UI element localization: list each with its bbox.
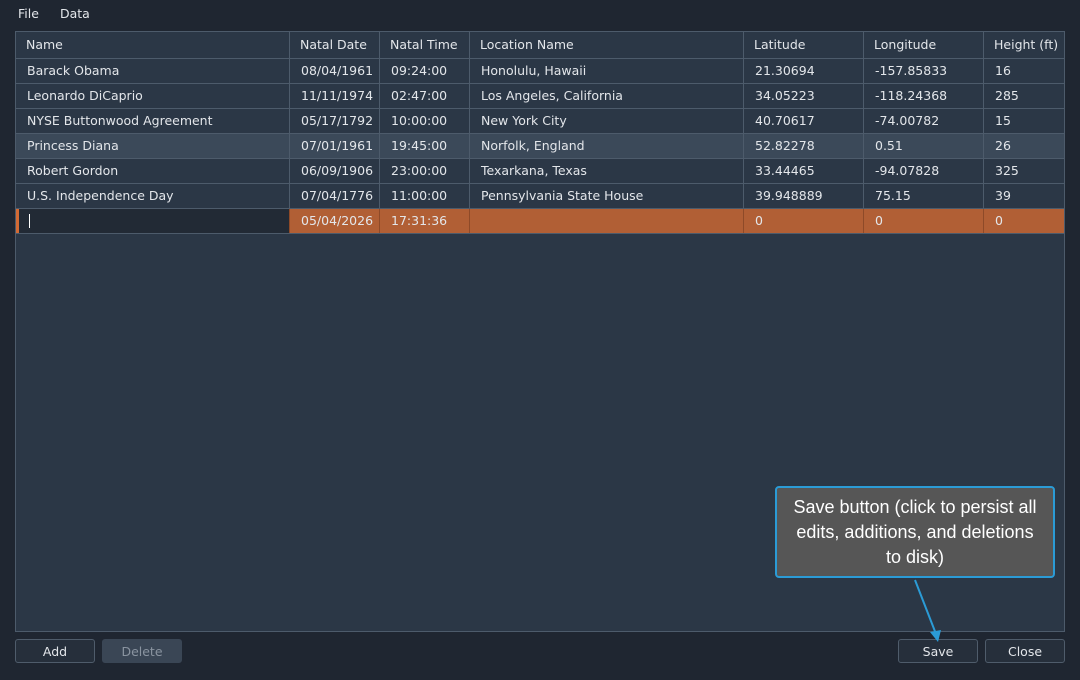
cell-natal-time[interactable]: 02:47:00 (380, 84, 470, 108)
cell-latitude[interactable]: 33.44465 (744, 159, 864, 183)
cell-height[interactable]: 325 (984, 159, 1064, 183)
column-header-natal-time[interactable]: Natal Time (380, 32, 470, 58)
cell-natal-time[interactable]: 17:31:36 (380, 209, 470, 233)
menu-file[interactable]: File (18, 6, 39, 21)
cell-location-name[interactable]: Los Angeles, California (470, 84, 744, 108)
table-header: Name Natal Date Natal Time Location Name… (16, 32, 1064, 59)
cell-latitude[interactable]: 21.30694 (744, 59, 864, 83)
annotation-callout: Save button (click to persist all edits,… (775, 486, 1055, 578)
cell-longitude[interactable]: -74.00782 (864, 109, 984, 133)
table-row-selected[interactable]: Princess Diana 07/01/1961 19:45:00 Norfo… (16, 134, 1064, 159)
cell-name[interactable]: Princess Diana (16, 134, 290, 158)
cell-latitude[interactable]: 39.948889 (744, 184, 864, 208)
cell-height[interactable]: 285 (984, 84, 1064, 108)
cell-natal-time[interactable]: 23:00:00 (380, 159, 470, 183)
menu-bar: File Data (0, 0, 1080, 28)
cell-natal-date[interactable]: 06/09/1906 (290, 159, 380, 183)
menu-data[interactable]: Data (60, 6, 90, 21)
table-row[interactable]: Leonardo DiCaprio 11/11/1974 02:47:00 Lo… (16, 84, 1064, 109)
table-row-new[interactable]: 05/04/2026 17:31:36 0 0 0 (16, 209, 1064, 234)
cell-height[interactable]: 16 (984, 59, 1064, 83)
cell-natal-date[interactable]: 07/04/1776 (290, 184, 380, 208)
cell-name[interactable]: NYSE Buttonwood Agreement (16, 109, 290, 133)
cell-location-name[interactable]: New York City (470, 109, 744, 133)
column-header-location-name[interactable]: Location Name (470, 32, 744, 58)
cell-natal-time[interactable]: 09:24:00 (380, 59, 470, 83)
cell-location-name[interactable] (470, 209, 744, 233)
cell-natal-date[interactable]: 05/04/2026 (290, 209, 380, 233)
add-button[interactable]: Add (15, 639, 95, 663)
cell-height[interactable]: 39 (984, 184, 1064, 208)
cell-latitude[interactable]: 40.70617 (744, 109, 864, 133)
cell-name[interactable]: Robert Gordon (16, 159, 290, 183)
cell-natal-time[interactable]: 11:00:00 (380, 184, 470, 208)
table-row[interactable]: Barack Obama 08/04/1961 09:24:00 Honolul… (16, 59, 1064, 84)
table-row[interactable]: U.S. Independence Day 07/04/1776 11:00:0… (16, 184, 1064, 209)
cell-name[interactable]: Barack Obama (16, 59, 290, 83)
cell-longitude[interactable]: -118.24368 (864, 84, 984, 108)
cell-longitude[interactable]: 0 (864, 209, 984, 233)
cell-height[interactable]: 15 (984, 109, 1064, 133)
cell-natal-time[interactable]: 10:00:00 (380, 109, 470, 133)
column-header-longitude[interactable]: Longitude (864, 32, 984, 58)
cell-natal-date[interactable]: 05/17/1792 (290, 109, 380, 133)
cell-height[interactable]: 26 (984, 134, 1064, 158)
cell-natal-date[interactable]: 11/11/1974 (290, 84, 380, 108)
cell-location-name[interactable]: Honolulu, Hawaii (470, 59, 744, 83)
cell-location-name[interactable]: Pennsylvania State House (470, 184, 744, 208)
column-header-height[interactable]: Height (ft) (984, 32, 1064, 58)
cell-height[interactable]: 0 (984, 209, 1064, 233)
cell-name[interactable]: U.S. Independence Day (16, 184, 290, 208)
close-button[interactable]: Close (985, 639, 1065, 663)
cell-latitude[interactable]: 34.05223 (744, 84, 864, 108)
column-header-latitude[interactable]: Latitude (744, 32, 864, 58)
delete-button[interactable]: Delete (102, 639, 182, 663)
cell-location-name[interactable]: Norfolk, England (470, 134, 744, 158)
cell-longitude[interactable]: 0.51 (864, 134, 984, 158)
text-caret (29, 214, 30, 228)
table-row[interactable]: NYSE Buttonwood Agreement 05/17/1792 10:… (16, 109, 1064, 134)
table-row[interactable]: Robert Gordon 06/09/1906 23:00:00 Texark… (16, 159, 1064, 184)
cell-latitude[interactable]: 52.82278 (744, 134, 864, 158)
cell-natal-time[interactable]: 19:45:00 (380, 134, 470, 158)
cell-latitude[interactable]: 0 (744, 209, 864, 233)
cell-name[interactable]: Leonardo DiCaprio (16, 84, 290, 108)
cell-name-editor[interactable] (16, 209, 290, 233)
save-button[interactable]: Save (898, 639, 978, 663)
cell-longitude[interactable]: -94.07828 (864, 159, 984, 183)
cell-natal-date[interactable]: 07/01/1961 (290, 134, 380, 158)
column-header-name[interactable]: Name (16, 32, 290, 58)
cell-longitude[interactable]: -157.85833 (864, 59, 984, 83)
cell-natal-date[interactable]: 08/04/1961 (290, 59, 380, 83)
cell-longitude[interactable]: 75.15 (864, 184, 984, 208)
cell-location-name[interactable]: Texarkana, Texas (470, 159, 744, 183)
column-header-natal-date[interactable]: Natal Date (290, 32, 380, 58)
